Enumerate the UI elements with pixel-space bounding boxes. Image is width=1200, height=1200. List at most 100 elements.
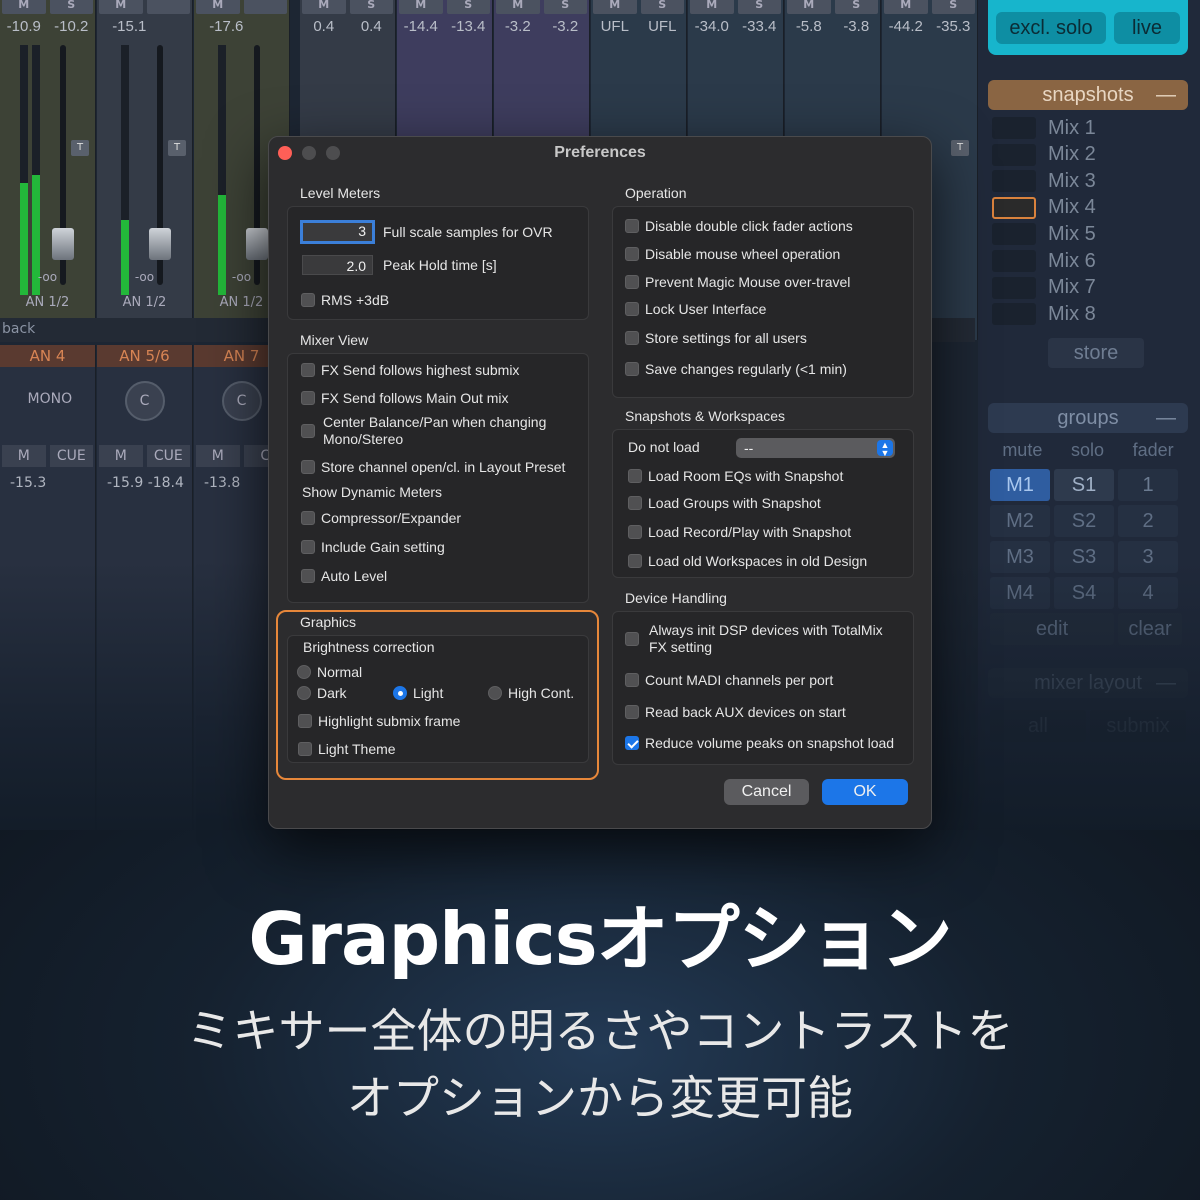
snapshot-slot[interactable] xyxy=(992,223,1036,246)
group-button[interactable]: M1 xyxy=(990,469,1050,501)
fx-highest-row[interactable]: FX Send follows highest submix xyxy=(301,362,519,378)
snapshot-slot[interactable] xyxy=(992,303,1036,326)
read-back-row[interactable]: Read back AUX devices on start xyxy=(625,704,846,720)
center-balance-row[interactable]: Center Balance/Pan when changing Mono/St… xyxy=(301,414,571,448)
snapshot-item[interactable]: Mix 6 xyxy=(992,249,1096,273)
cue-button[interactable]: CUE xyxy=(146,445,190,467)
snapshot-slot[interactable] xyxy=(992,250,1036,272)
channel-name[interactable]: AN 1/2 xyxy=(0,295,95,310)
mute-button[interactable]: M xyxy=(99,0,143,14)
ok-button[interactable]: OK xyxy=(822,779,908,805)
group-button[interactable]: M4 xyxy=(990,577,1050,609)
include-gain-checkbox[interactable] xyxy=(301,540,315,554)
count-madi-checkbox[interactable] xyxy=(625,673,639,687)
mixer-layout-header[interactable]: mixer layout — xyxy=(988,668,1188,698)
group-button[interactable]: M3 xyxy=(990,541,1050,573)
group-button[interactable]: 1 xyxy=(1118,469,1178,501)
fx-main-checkbox[interactable] xyxy=(301,391,315,405)
group-button[interactable]: 2 xyxy=(1118,505,1178,537)
operation-option-row[interactable]: Disable double click fader actions xyxy=(625,218,853,234)
group-button[interactable]: S4 xyxy=(1054,577,1114,609)
clear-button[interactable]: clear xyxy=(1118,613,1182,645)
channel-name[interactable]: AN 1/2 xyxy=(97,295,192,310)
groups-header[interactable]: groups — xyxy=(988,403,1188,433)
mute-button[interactable]: M xyxy=(2,0,46,14)
submix-button[interactable]: submix xyxy=(1090,710,1186,742)
collapse-icon[interactable]: — xyxy=(1156,668,1176,698)
light-radio[interactable] xyxy=(393,686,407,700)
read-back-checkbox[interactable] xyxy=(625,705,639,719)
reduce-volume-row[interactable]: Reduce volume peaks on snapshot load xyxy=(625,735,894,751)
always-init-checkbox[interactable] xyxy=(625,632,639,646)
live-button[interactable]: live xyxy=(1114,12,1180,44)
trim-button[interactable]: T xyxy=(951,140,969,156)
snapshot-item[interactable]: Mix 5 xyxy=(992,222,1096,246)
snapshot-slot[interactable] xyxy=(992,117,1036,139)
solo-button[interactable]: S xyxy=(834,0,878,14)
operation-option-checkbox[interactable] xyxy=(625,331,639,345)
always-init-row[interactable]: Always init DSP devices with TotalMix FX… xyxy=(625,622,895,656)
snapshot-slot[interactable] xyxy=(992,196,1036,219)
mute-button[interactable]: M xyxy=(2,445,46,467)
light-theme-checkbox[interactable] xyxy=(298,742,312,756)
operation-option-checkbox[interactable] xyxy=(625,302,639,316)
solo-button[interactable]: S xyxy=(349,0,393,14)
operation-option-row[interactable]: Disable mouse wheel operation xyxy=(625,246,840,262)
snapshots-header[interactable]: snapshots — xyxy=(988,80,1188,110)
fader-handle[interactable] xyxy=(246,228,268,260)
snapshot-load-checkbox[interactable] xyxy=(628,469,642,483)
group-button[interactable]: S1 xyxy=(1054,469,1114,501)
pan-knob[interactable]: C xyxy=(124,381,165,421)
snapshot-load-option-row[interactable]: Load Record/Play with Snapshot xyxy=(628,524,851,540)
snapshot-slot[interactable] xyxy=(992,276,1036,299)
snapshot-load-option-row[interactable]: Load old Workspaces in old Design xyxy=(628,553,867,569)
group-button[interactable]: 4 xyxy=(1118,577,1178,609)
edit-button[interactable]: edit xyxy=(990,613,1114,645)
high-cont-radio[interactable] xyxy=(488,686,502,700)
snapshot-item[interactable]: Mix 1 xyxy=(992,116,1096,140)
compressor-row[interactable]: Compressor/Expander xyxy=(301,510,461,526)
mute-button[interactable]: M xyxy=(196,445,240,467)
input-name[interactable]: AN 5/6 xyxy=(97,345,192,367)
mute-button[interactable]: M xyxy=(196,0,240,14)
snapshot-item[interactable]: Mix 7 xyxy=(992,276,1096,300)
mute-button[interactable]: M xyxy=(690,0,734,14)
operation-option-row[interactable]: Store settings for all users xyxy=(625,330,807,346)
store-channel-checkbox[interactable] xyxy=(301,460,315,474)
solo-button[interactable] xyxy=(243,0,287,14)
ovr-samples-field[interactable]: 3 xyxy=(300,220,375,244)
pan-knob[interactable]: C xyxy=(221,381,262,421)
zoom-icon[interactable] xyxy=(326,146,340,160)
reduce-volume-checkbox[interactable] xyxy=(625,736,639,750)
operation-option-row[interactable]: Lock User Interface xyxy=(625,301,766,317)
high-cont-row[interactable]: High Cont. xyxy=(488,685,574,701)
normal-radio[interactable] xyxy=(297,665,311,679)
dark-row[interactable]: Dark xyxy=(297,685,347,701)
mute-button[interactable]: M xyxy=(399,0,443,14)
close-icon[interactable] xyxy=(278,146,292,160)
solo-button[interactable]: S xyxy=(446,0,490,14)
light-row[interactable]: Light xyxy=(393,685,443,701)
fx-main-row[interactable]: FX Send follows Main Out mix xyxy=(301,390,509,406)
solo-button[interactable]: S xyxy=(640,0,684,14)
light-theme-row[interactable]: Light Theme xyxy=(298,741,396,757)
snapshot-load-checkbox[interactable] xyxy=(628,525,642,539)
cancel-button[interactable]: Cancel xyxy=(724,779,809,805)
store-channel-row[interactable]: Store channel open/cl. in Layout Preset xyxy=(301,459,565,475)
rms-checkbox[interactable] xyxy=(301,293,315,307)
snapshot-load-option-row[interactable]: Load Room EQs with Snapshot xyxy=(628,468,843,484)
group-button[interactable]: S2 xyxy=(1054,505,1114,537)
mute-button[interactable]: M xyxy=(99,445,143,467)
trim-button[interactable]: T xyxy=(168,140,186,156)
operation-option-row[interactable]: Save changes regularly (<1 min) xyxy=(625,361,847,377)
auto-level-checkbox[interactable] xyxy=(301,569,315,583)
snapshot-slot[interactable] xyxy=(992,143,1036,166)
solo-button[interactable]: S xyxy=(543,0,587,14)
snapshot-slot[interactable] xyxy=(992,170,1036,193)
group-button[interactable]: S3 xyxy=(1054,541,1114,573)
mute-button[interactable]: M xyxy=(884,0,928,14)
fader-handle[interactable] xyxy=(149,228,171,260)
all-button[interactable]: all xyxy=(990,710,1086,742)
snapshot-item[interactable]: Mix 3 xyxy=(992,169,1096,193)
group-button[interactable]: M2 xyxy=(990,505,1050,537)
